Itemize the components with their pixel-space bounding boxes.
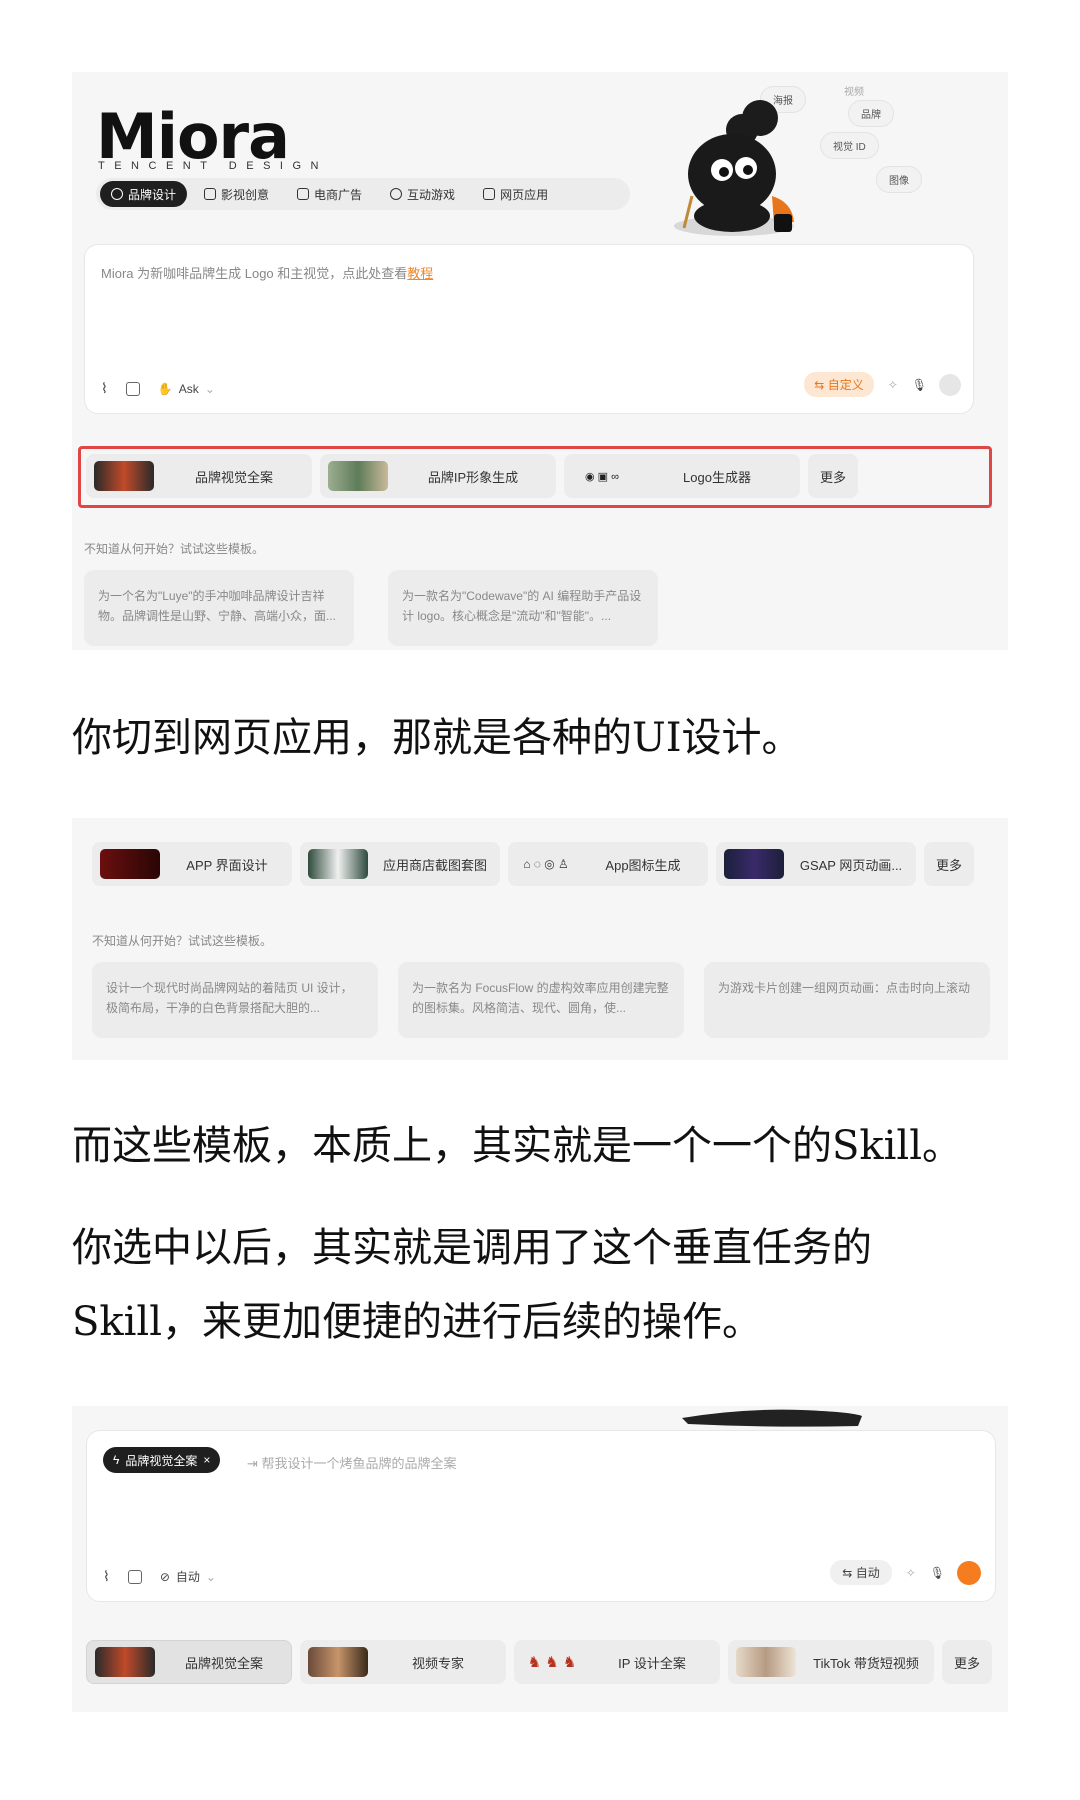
chip-tiktok-video[interactable]: TikTok 带货短视频 <box>728 1640 934 1684</box>
sparkle-icon[interactable]: ✧ <box>888 378 898 392</box>
bag-icon <box>297 188 310 200</box>
auto-button[interactable]: ⇆ 自动 <box>830 1560 892 1585</box>
auto-mode-label[interactable]: 自动 <box>176 1568 200 1585</box>
chip-thumbnail <box>100 849 160 879</box>
template-hint: 不知道从何开始？试试这些模板。 <box>84 542 265 556</box>
chip-gsap-animation[interactable]: GSAP 网页动画... <box>716 842 916 886</box>
chip-logo-generator[interactable]: ◉ ▣ ∞ Logo生成器 <box>564 454 800 498</box>
chip-thumbnail <box>308 1647 368 1677</box>
paragraph-4: Skill，来更加便捷的进行后续的操作。 <box>72 1299 763 1345</box>
mascot-cropped <box>682 1409 862 1427</box>
template-card[interactable]: 为一款名为"Codewave"的 AI 编程助手产品设计 logo。核心概念是"… <box>388 570 658 646</box>
chip-thumbnail: ◉ ▣ ∞ <box>572 461 632 491</box>
more-button[interactable]: 更多 <box>808 454 858 498</box>
miora-screenshot-1: Miora TENCENT DESIGN 品牌设计 影视创意 电商广告 互动游戏… <box>72 72 1008 650</box>
mascot-character <box>674 100 794 236</box>
bubble-brand[interactable]: 品牌 <box>848 100 894 127</box>
microphone-icon[interactable]: 🎙 <box>912 378 927 392</box>
miora-screenshot-3: ϟ 品牌视觉全案 × ⇥ 帮我设计一个烤鱼品牌的品牌全案 ⌇ ⊘ 自动 ⌄ ⇆ 自动… <box>72 1406 1008 1712</box>
film-icon <box>204 188 217 200</box>
paragraph-1: 你切到网页应用，那就是各种的UI设计。 <box>72 715 802 761</box>
paperclip-icon[interactable]: ⌇ <box>103 1568 110 1585</box>
chip-app-ui[interactable]: APP 界面设计 <box>92 842 292 886</box>
tab-interactive-games[interactable]: 互动游戏 <box>379 181 466 207</box>
tab-ecommerce-ads[interactable]: 电商广告 <box>286 181 373 207</box>
chip-thumbnail <box>328 461 388 491</box>
send-button[interactable] <box>957 1560 981 1585</box>
prompt-box[interactable]: ϟ 品牌视觉全案 × ⇥ 帮我设计一个烤鱼品牌的品牌全案 ⌇ ⊘ 自动 ⌄ ⇆ 自动… <box>86 1430 996 1602</box>
sparkle-icon[interactable]: ✧ <box>906 1566 916 1580</box>
tab-film-creative[interactable]: 影视创意 <box>193 181 280 207</box>
chip-appstore-screens[interactable]: 应用商店截图套图 <box>300 842 500 886</box>
paragraph-2: 而这些模板，本质上，其实就是一个一个的Skill。 <box>72 1123 963 1169</box>
more-button[interactable]: 更多 <box>924 842 974 886</box>
chip-thumbnail <box>308 849 368 879</box>
close-icon[interactable]: × <box>203 1453 210 1467</box>
chip-thumbnail: ♞ ♞ ♞ <box>522 1647 582 1677</box>
chevron-down-icon[interactable]: ⌄ <box>205 382 215 396</box>
chip-brand-ip[interactable]: 品牌IP形象生成 <box>320 454 556 498</box>
paperclip-icon[interactable]: ⌇ <box>101 380 108 397</box>
prompt-placeholder: ⇥ 帮我设计一个烤鱼品牌的品牌全案 <box>247 1456 457 1471</box>
chip-video-expert[interactable]: 视频专家 <box>300 1640 506 1684</box>
check-circle-icon[interactable]: ⊘ <box>160 1570 170 1584</box>
gamepad-icon <box>390 188 403 200</box>
template-card[interactable]: 为一款名为 FocusFlow 的虚构效率应用创建完整的图标集。风格简洁、现代、… <box>398 962 684 1038</box>
bubble-image[interactable]: 图像 <box>876 166 922 193</box>
chip-ip-design[interactable]: ♞ ♞ ♞ IP 设计全案 <box>514 1640 720 1684</box>
skill-chips: APP 界面设计 应用商店截图套图 ⌂ ◌ ◎ ♙ App图标生成 GSAP 网页… <box>92 842 974 886</box>
lightning-icon: ϟ <box>113 1453 120 1467</box>
logo-subtitle: TENCENT DESIGN <box>98 160 328 172</box>
send-button[interactable] <box>939 373 961 396</box>
template-card[interactable]: 设计一个现代时尚品牌网站的着陆页 UI 设计，极简布局，干净的白色背景搭配大胆的… <box>92 962 378 1038</box>
prompt-box[interactable]: Miora 为新咖啡品牌生成 Logo 和主视觉，点此处查看教程 ⌇ ✋ Ask… <box>84 244 974 414</box>
chip-thumbnail <box>736 1647 796 1677</box>
chip-thumbnail <box>94 461 154 491</box>
chip-thumbnail <box>724 849 784 879</box>
chip-thumbnail <box>95 1647 155 1677</box>
ask-mode-label[interactable]: Ask <box>179 382 199 396</box>
hand-icon[interactable]: ✋ <box>158 382 173 396</box>
tab-web-apps[interactable]: 网页应用 <box>472 181 559 207</box>
selected-skill-tag[interactable]: ϟ 品牌视觉全案 × <box>103 1447 221 1473</box>
category-tabs: 品牌设计 影视创意 电商广告 互动游戏 网页应用 <box>96 178 630 210</box>
custom-button[interactable]: ⇆ 自定义 <box>804 372 874 397</box>
microphone-icon[interactable]: 🎙 <box>930 1566 945 1580</box>
gift-icon[interactable] <box>127 1569 142 1584</box>
template-card[interactable]: 为一个名为"Luye"的手冲咖啡品牌设计吉祥物。品牌调性是山野、宁静、高端小众，… <box>84 570 354 646</box>
chip-thumbnail: ⌂ ◌ ◎ ♙ <box>516 849 576 879</box>
chevron-down-icon[interactable]: ⌄ <box>206 1570 216 1584</box>
chip-brand-visual[interactable]: 品牌视觉全案 <box>86 1640 292 1684</box>
palette-icon <box>111 188 123 200</box>
template-hint: 不知道从何开始？试试这些模板。 <box>92 934 273 948</box>
miora-logo: Miora <box>96 100 290 173</box>
chip-app-icon[interactable]: ⌂ ◌ ◎ ♙ App图标生成 <box>508 842 708 886</box>
skill-chips: 品牌视觉全案 品牌IP形象生成 ◉ ▣ ∞ Logo生成器 更多 <box>86 454 858 498</box>
more-button[interactable]: 更多 <box>942 1640 992 1684</box>
tutorial-link[interactable]: 教程 <box>407 266 433 281</box>
template-card[interactable]: 为游戏卡片创建一组网页动画：点击时向上滚动 <box>704 962 990 1038</box>
gift-icon[interactable] <box>125 381 140 396</box>
paragraph-3: 你选中以后，其实就是调用了这个垂直任务的 <box>72 1225 872 1271</box>
skill-chips: 品牌视觉全案 视频专家 ♞ ♞ ♞ IP 设计全案 TikTok 带货短视频 更多 <box>86 1640 992 1684</box>
window-icon <box>483 188 496 200</box>
tab-brand-design[interactable]: 品牌设计 <box>100 181 188 207</box>
miora-screenshot-2: APP 界面设计 应用商店截图套图 ⌂ ◌ ◎ ♙ App图标生成 GSAP 网页… <box>72 818 1008 1060</box>
bubble-visual-id[interactable]: 视觉 ID <box>820 132 879 159</box>
mascot-illustration: 海报 视频 品牌 视觉 ID 图像 <box>674 80 992 250</box>
chip-brand-visual[interactable]: 品牌视觉全案 <box>86 454 312 498</box>
prompt-placeholder: Miora 为新咖啡品牌生成 Logo 和主视觉，点此处查看教程 <box>101 266 434 281</box>
